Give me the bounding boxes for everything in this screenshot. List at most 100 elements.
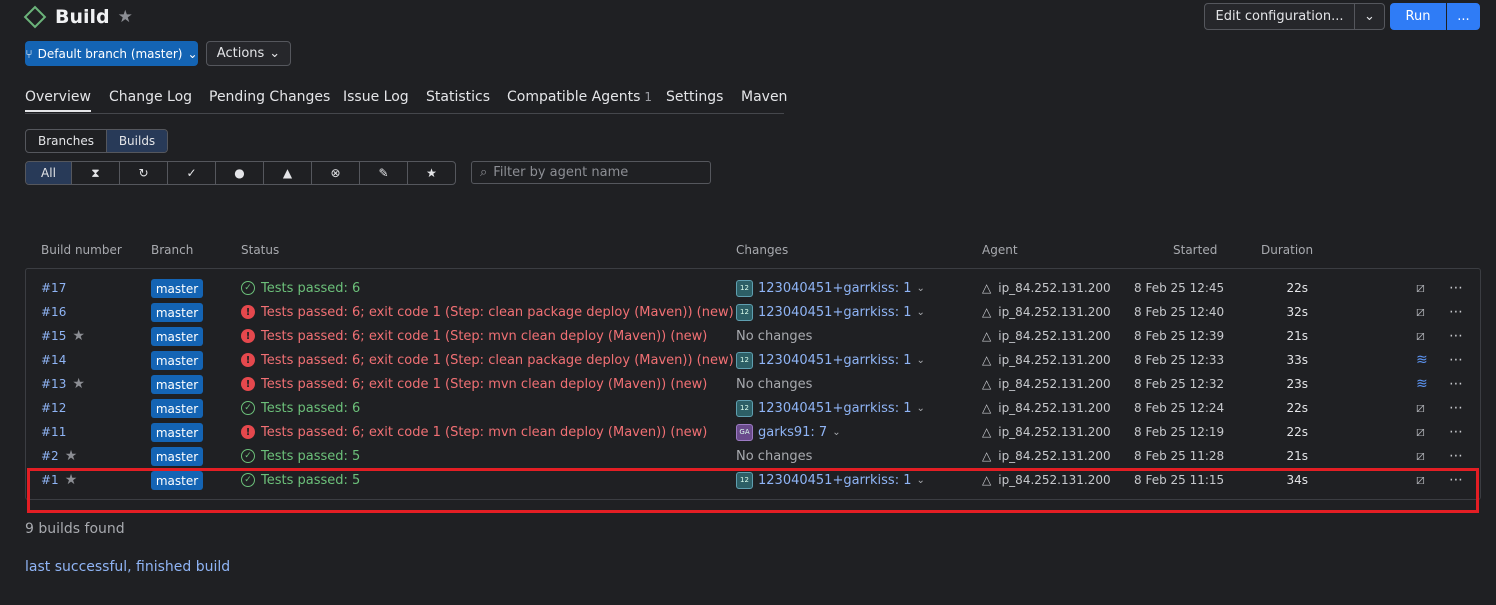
agent-link[interactable]: △ ip_84.252.131.200 [982, 444, 1111, 468]
build-number-link[interactable]: #13 ★ [41, 372, 85, 396]
stack-crossed-icon[interactable]: ⧄ [1416, 444, 1425, 468]
agent-link[interactable]: △ ip_84.252.131.200 [982, 324, 1111, 348]
more-options-icon[interactable]: ⋯ [1449, 348, 1463, 372]
column-build-number[interactable]: Build number [41, 243, 122, 257]
more-options-icon[interactable]: ⋯ [1449, 300, 1463, 324]
filter-all-button[interactable]: All [26, 162, 71, 184]
changes-link[interactable]: 12 123040451+garrkiss: 1 ⌄ [736, 276, 925, 300]
star-icon[interactable]: ★ [72, 376, 85, 392]
stack-crossed-icon[interactable]: ⧄ [1416, 396, 1425, 420]
stack-crossed-icon[interactable]: ⧄ [1416, 420, 1425, 444]
star-icon[interactable]: ★ [407, 162, 455, 184]
build-status[interactable]: ! Tests passed: 6; exit code 1 (Step: mvn… [241, 420, 707, 444]
table-row[interactable]: #13 ★ master ! Tests passed: 6; exit code 1 … [0, 372, 1496, 396]
build-status[interactable]: ✓ Tests passed: 5 [241, 444, 360, 468]
table-row[interactable]: #12 master ✓ Tests passed: 6 12 123040451+gar… [0, 396, 1496, 420]
failed-icon[interactable]: ● [215, 162, 263, 184]
build-status[interactable]: ! Tests passed: 6; exit code 1 (Step: mvn… [241, 372, 707, 396]
more-options-icon[interactable]: ⋯ [1449, 372, 1463, 396]
more-options-icon[interactable]: ⋯ [1449, 396, 1463, 420]
branch-badge[interactable]: master [151, 327, 203, 346]
build-status[interactable]: ✓ Tests passed: 6 [241, 396, 360, 420]
tab-pending-changes[interactable]: Pending Changes [209, 89, 330, 105]
branch-badge[interactable]: master [151, 399, 203, 418]
branches-view-button[interactable]: Branches [26, 130, 106, 152]
table-row[interactable]: #2 ★ master ✓ Tests passed: 5 No changes △ ip_8… [0, 444, 1496, 468]
star-icon[interactable]: ★ [65, 448, 78, 464]
tab-overview[interactable]: Overview [25, 89, 91, 112]
build-number-link[interactable]: #14 [41, 348, 66, 372]
table-row[interactable]: #15 ★ master ! Tests passed: 6; exit code 1 … [0, 324, 1496, 348]
last-successful-build-link[interactable]: last successful, finished build [25, 559, 230, 575]
more-options-icon[interactable]: ⋯ [1449, 276, 1463, 300]
agent-link[interactable]: △ ip_84.252.131.200 [982, 420, 1111, 444]
branch-badge[interactable]: master [151, 447, 203, 466]
table-row[interactable]: #11 master ! Tests passed: 6; exit code 1 (… [0, 420, 1496, 444]
build-status[interactable]: ! Tests passed: 6; exit code 1 (Step: cle… [241, 348, 734, 372]
column-agent[interactable]: Agent [982, 243, 1018, 257]
column-started[interactable]: Started [1173, 243, 1217, 257]
branch-badge[interactable]: master [151, 279, 203, 298]
branch-badge[interactable]: master [151, 375, 203, 394]
pin-icon[interactable]: ✎ [359, 162, 407, 184]
changes-link[interactable]: 12 123040451+garrkiss: 1 ⌄ [736, 348, 925, 372]
run-button[interactable]: Run [1390, 3, 1446, 30]
column-branch[interactable]: Branch [151, 243, 193, 257]
stack-crossed-icon[interactable]: ⧄ [1416, 276, 1425, 300]
edit-configuration-dropdown[interactable]: ⌄ [1354, 3, 1385, 30]
changes-link[interactable]: GA garks91: 7 ⌄ [736, 420, 841, 444]
build-number-link[interactable]: #16 [41, 300, 66, 324]
build-number-link[interactable]: #12 [41, 396, 66, 420]
stack-crossed-icon[interactable]: ⧄ [1416, 324, 1425, 348]
column-changes[interactable]: Changes [736, 243, 788, 257]
table-row[interactable]: #16 master ! Tests passed: 6; exit code 1 (… [0, 300, 1496, 324]
tab-compatible-agents[interactable]: Compatible Agents 1 [507, 89, 652, 105]
stack-crossed-icon[interactable]: ⧄ [1416, 300, 1425, 324]
more-options-icon[interactable]: ⋯ [1449, 420, 1463, 444]
agent-link[interactable]: △ ip_84.252.131.200 [982, 348, 1111, 372]
running-icon[interactable]: ↻ [119, 162, 167, 184]
chevron-down-icon: ⌄ [832, 426, 841, 438]
builds-view-button[interactable]: Builds [106, 130, 167, 152]
branch-badge[interactable]: master [151, 351, 203, 370]
build-number-link[interactable]: #11 [41, 420, 66, 444]
hourglass-icon[interactable]: ⧗ [71, 162, 119, 184]
changes-link[interactable]: 12 123040451+garrkiss: 1 ⌄ [736, 396, 925, 420]
tab-maven[interactable]: Maven [741, 89, 787, 105]
tab-issue-log[interactable]: Issue Log [343, 89, 409, 105]
agent-link[interactable]: △ ip_84.252.131.200 [982, 300, 1111, 324]
favorite-star-icon[interactable]: ★ [118, 7, 133, 27]
agent-filter-input[interactable]: ⌕ Filter by agent name [471, 161, 711, 184]
tab-change-log[interactable]: Change Log [109, 89, 192, 105]
column-duration[interactable]: Duration [1261, 243, 1313, 257]
more-options-icon[interactable]: ⋯ [1449, 324, 1463, 348]
tab-statistics[interactable]: Statistics [426, 89, 490, 105]
table-row[interactable]: #17 master ✓ Tests passed: 6 12 123040451+gar… [0, 276, 1496, 300]
build-number-link[interactable]: #15 ★ [41, 324, 85, 348]
warning-icon[interactable]: ▲ [263, 162, 311, 184]
run-options-button[interactable]: ... [1447, 3, 1480, 30]
branch-badge[interactable]: master [151, 423, 203, 442]
build-number-link[interactable]: #2 ★ [41, 444, 77, 468]
actions-button[interactable]: Actions ⌄ [206, 41, 291, 66]
more-options-icon[interactable]: ⋯ [1449, 444, 1463, 468]
column-status[interactable]: Status [241, 243, 279, 257]
star-icon[interactable]: ★ [72, 328, 85, 344]
changes-link[interactable]: 12 123040451+garrkiss: 1 ⌄ [736, 300, 925, 324]
stack-icon[interactable]: ≋ [1416, 348, 1428, 372]
cancelled-icon[interactable]: ⊗ [311, 162, 359, 184]
branch-selector[interactable]: ⑂ Default branch (master) ⌄ [25, 41, 198, 66]
branch-badge[interactable]: master [151, 303, 203, 322]
stack-icon[interactable]: ≋ [1416, 372, 1428, 396]
table-row[interactable]: #14 master ! Tests passed: 6; exit code 1 (… [0, 348, 1496, 372]
tab-settings[interactable]: Settings [666, 89, 723, 105]
agent-link[interactable]: △ ip_84.252.131.200 [982, 276, 1111, 300]
agent-link[interactable]: △ ip_84.252.131.200 [982, 372, 1111, 396]
build-number-link[interactable]: #17 [41, 276, 66, 300]
success-icon[interactable]: ✓ [167, 162, 215, 184]
edit-configuration-button[interactable]: Edit configuration... [1204, 3, 1355, 30]
build-status[interactable]: ! Tests passed: 6; exit code 1 (Step: cle… [241, 300, 734, 324]
agent-link[interactable]: △ ip_84.252.131.200 [982, 396, 1111, 420]
build-status[interactable]: ! Tests passed: 6; exit code 1 (Step: mvn… [241, 324, 707, 348]
build-status[interactable]: ✓ Tests passed: 6 [241, 276, 360, 300]
